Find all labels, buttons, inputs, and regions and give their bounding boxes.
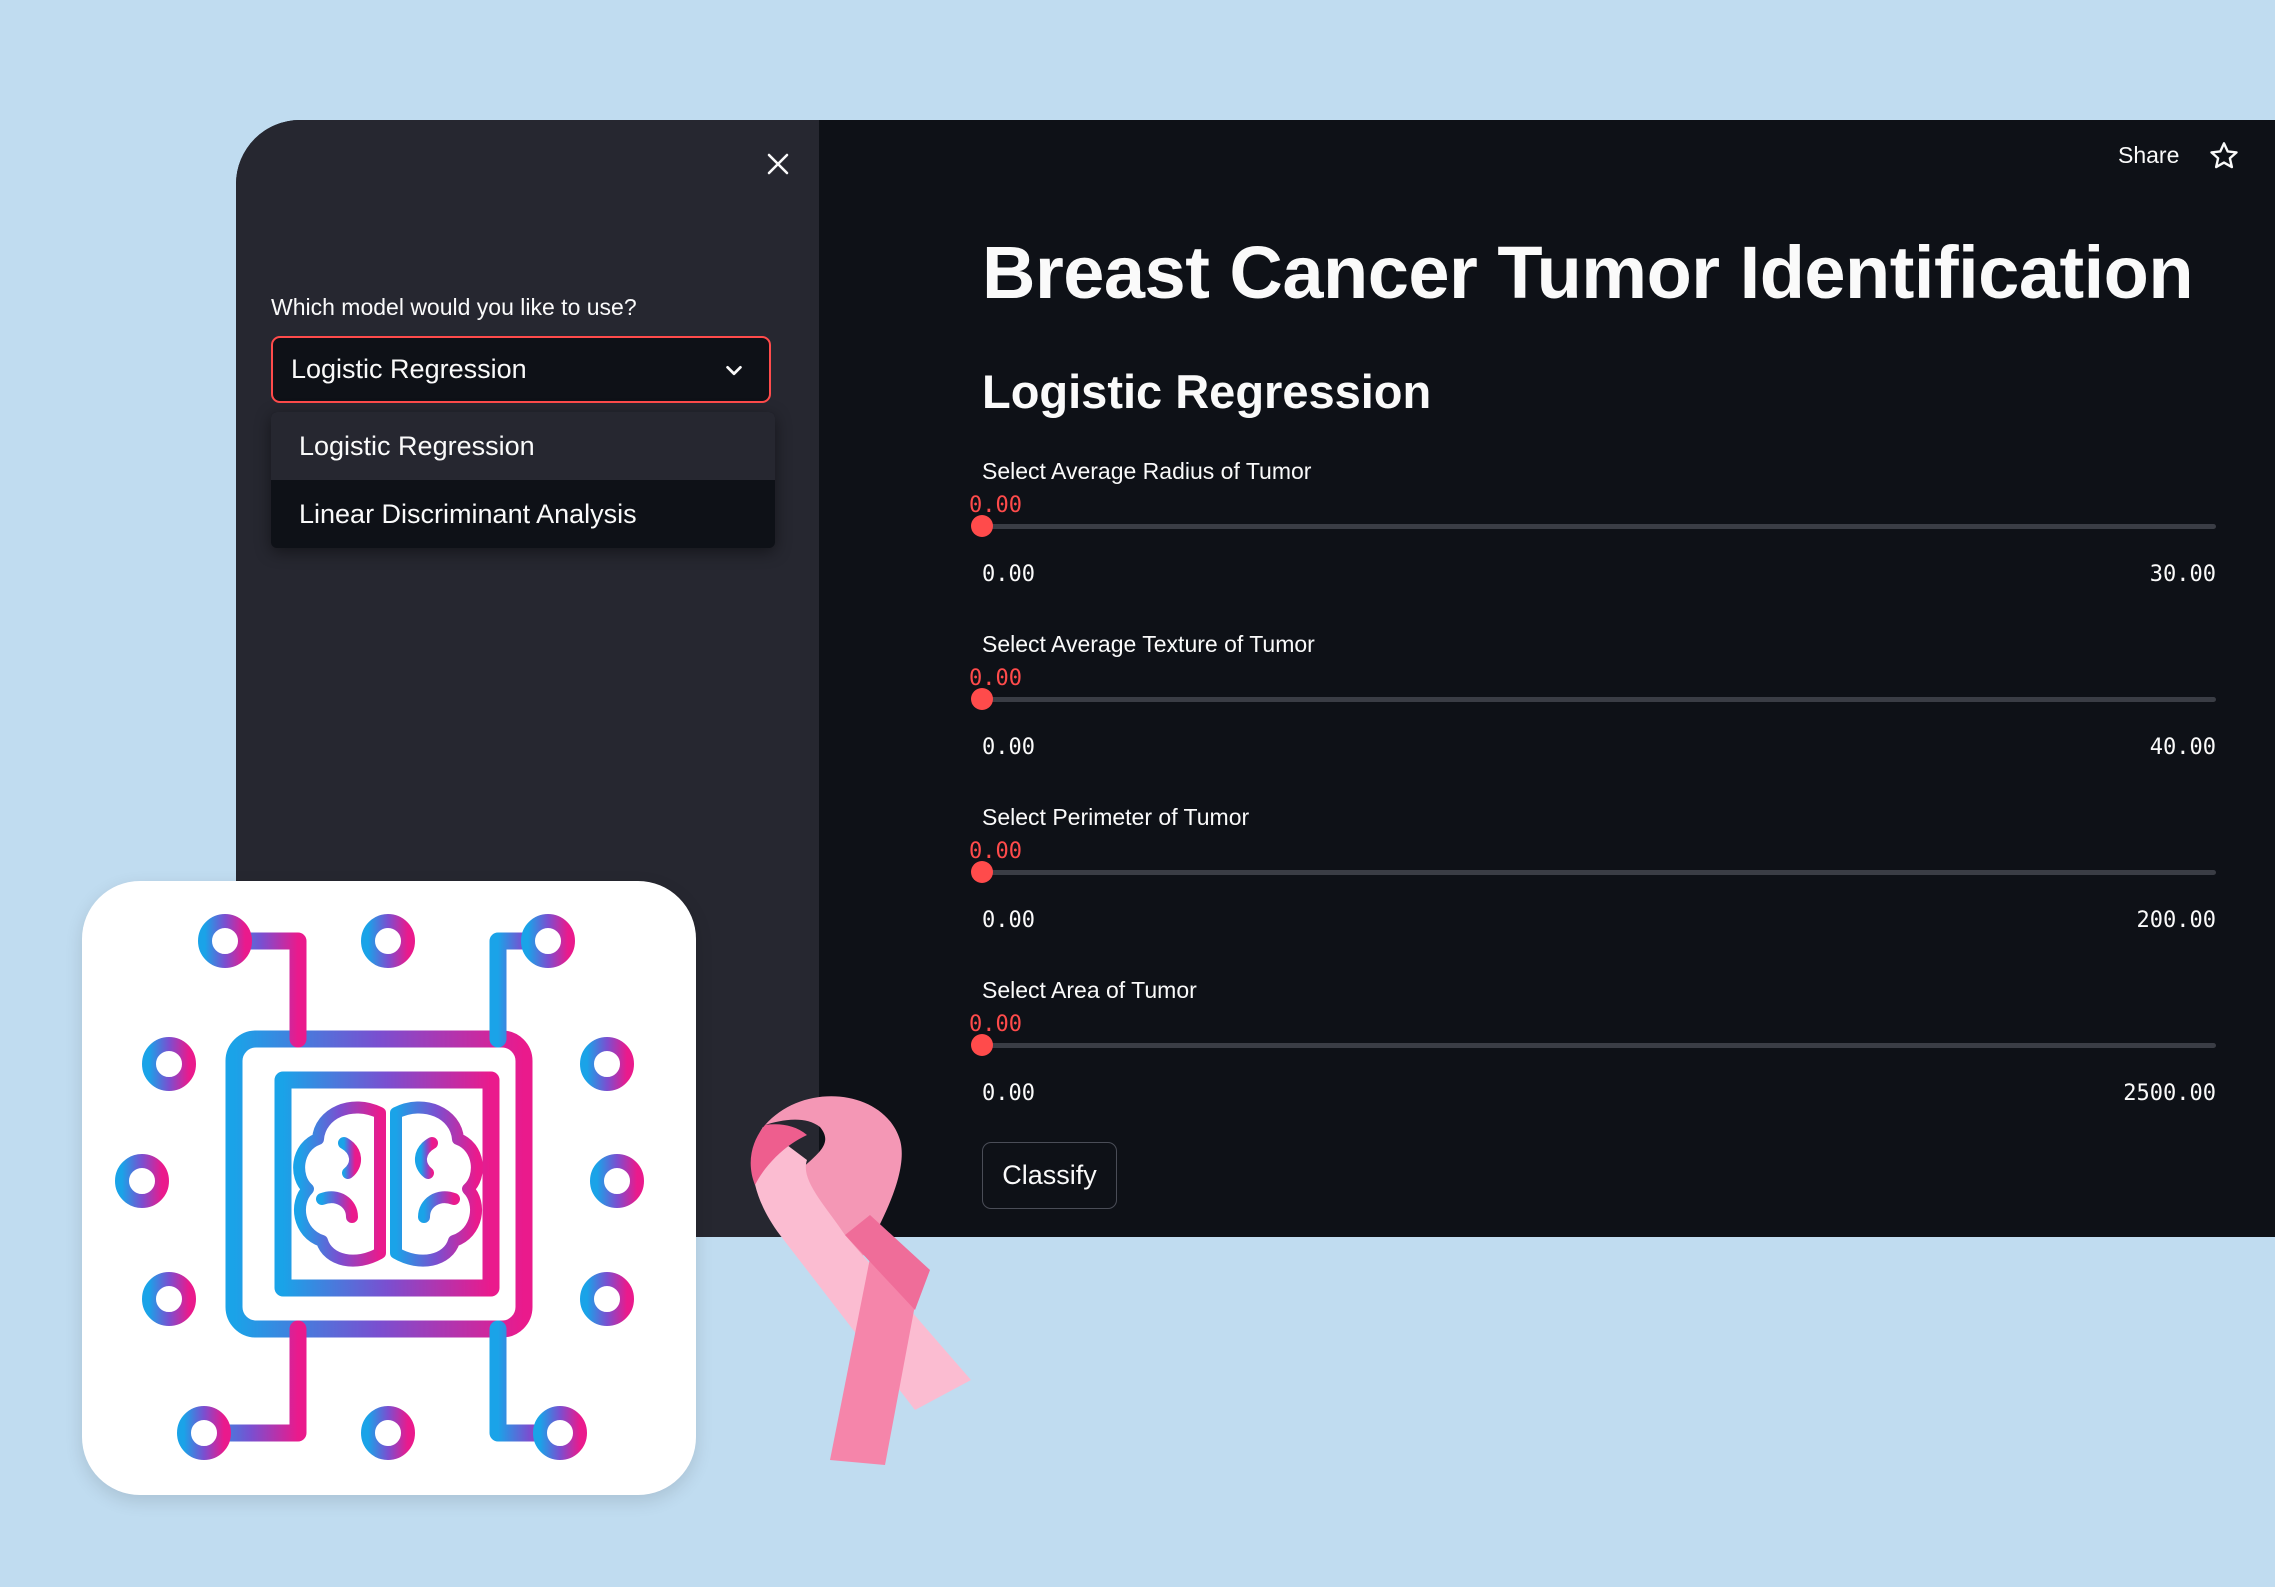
slider-min: 0.00 — [982, 908, 1035, 933]
slider-min: 0.00 — [982, 735, 1035, 760]
model-select-label: Which model would you like to use? — [271, 294, 637, 320]
slider-thumb[interactable] — [971, 688, 993, 710]
slider-track[interactable] — [971, 515, 2216, 537]
slider-value: 0.00 — [969, 1012, 1022, 1037]
star-icon[interactable] — [2208, 140, 2240, 172]
model-options-list: Logistic Regression Linear Discriminant … — [271, 412, 775, 548]
slider-value: 0.00 — [969, 839, 1022, 864]
slider-track[interactable] — [971, 861, 2216, 883]
close-icon — [767, 153, 789, 175]
slider-label: Select Perimeter of Tumor — [982, 804, 1250, 830]
model-heading: Logistic Regression — [982, 365, 1432, 418]
slider-label: Select Average Radius of Tumor — [982, 458, 1312, 484]
ai-chip-brain-icon — [115, 914, 644, 1460]
share-button[interactable]: Share — [2118, 142, 2179, 169]
model-option-logistic-regression[interactable]: Logistic Regression — [271, 412, 775, 480]
chevron-down-icon — [726, 365, 742, 376]
slider-thumb[interactable] — [971, 861, 993, 883]
model-option-linear-discriminant-analysis[interactable]: Linear Discriminant Analysis — [271, 480, 775, 548]
model-select-value: Logistic Regression — [291, 354, 527, 384]
slider-max: 30.00 — [2149, 562, 2216, 587]
close-sidebar-button[interactable] — [758, 144, 798, 184]
slider-label: Select Average Texture of Tumor — [982, 631, 1315, 657]
slider-label: Select Area of Tumor — [982, 977, 1197, 1003]
slider-value: 0.00 — [969, 666, 1022, 691]
ai-logo-card — [82, 881, 696, 1495]
slider-texture: Select Average Texture of Tumor 0.00 0.0… — [969, 631, 2216, 791]
page-title: Breast Cancer Tumor Identification — [982, 231, 2194, 314]
slider-perimeter: Select Perimeter of Tumor 0.00 0.00 200.… — [969, 804, 2216, 964]
slider-track[interactable] — [971, 1034, 2216, 1056]
slider-max: 200.00 — [2136, 908, 2216, 933]
slider-radius: Select Average Radius of Tumor 0.00 0.00… — [969, 458, 2216, 618]
stage: Which model would you like to use? Logis… — [0, 0, 2275, 1587]
slider-value: 0.00 — [969, 493, 1022, 518]
slider-area: Select Area of Tumor 0.00 0.00 2500.00 — [969, 977, 2216, 1137]
slider-thumb[interactable] — [971, 1034, 993, 1056]
model-select[interactable]: Logistic Regression — [271, 336, 771, 403]
slider-thumb[interactable] — [971, 515, 993, 537]
slider-max: 40.00 — [2149, 735, 2216, 760]
slider-min: 0.00 — [982, 562, 1035, 587]
slider-track[interactable] — [971, 688, 2216, 710]
slider-max: 2500.00 — [2123, 1081, 2216, 1106]
pink-ribbon-icon — [750, 1096, 971, 1465]
